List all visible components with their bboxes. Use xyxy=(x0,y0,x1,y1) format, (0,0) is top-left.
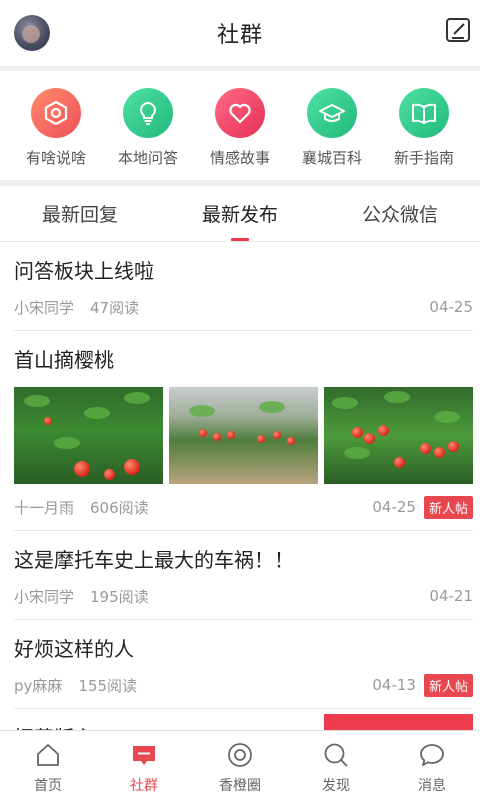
category-label: 襄城百科 xyxy=(301,149,362,167)
home-icon xyxy=(37,744,59,766)
post-date: 04-21 xyxy=(429,587,473,605)
nav-item-messages[interactable]: 消息 xyxy=(384,731,480,800)
feed-tabs: 最新回复 最新发布 公众微信 xyxy=(0,186,480,242)
post-meta: 小宋同学 195阅读 04-21 xyxy=(14,573,473,619)
post-title: 问答板块上线啦 xyxy=(14,259,154,283)
post-date: 04-25 xyxy=(372,498,416,516)
app-screen: 社群 有啥说啥 本地问答 情感故事 襄城百科 新手指南 最新回复 最新发布 公众… xyxy=(0,0,480,800)
nav-label: 首页 xyxy=(34,778,62,794)
post-author: py麻麻 xyxy=(14,676,63,695)
chat-bubble-icon xyxy=(133,746,155,765)
search-icon xyxy=(324,743,348,767)
new-user-badge: 新人帖 xyxy=(423,673,473,697)
book-icon xyxy=(399,88,449,138)
list-item[interactable]: 好烦这样的人 py麻麻 155阅读 04-13 新人帖 xyxy=(14,620,473,709)
nav-item-circle[interactable]: 香橙圈 xyxy=(192,731,288,800)
category-item-chat[interactable]: 有啥说啥 xyxy=(10,72,102,180)
divider xyxy=(0,66,480,71)
post-meta: py麻麻 155阅读 04-13 新人帖 xyxy=(14,662,473,708)
post-author: 小宋同学 xyxy=(14,587,75,606)
category-item-guide[interactable]: 新手指南 xyxy=(378,72,470,180)
post-reads: 606阅读 xyxy=(90,498,149,517)
category-label: 新手指南 xyxy=(393,149,454,167)
post-title: 这是摩托车史上最大的车祸！！ xyxy=(14,548,294,572)
post-list: 问答板块上线啦 小宋同学 47阅读 04-25 首山摘樱桃 十一月雨 606阅读… xyxy=(0,242,480,730)
message-icon xyxy=(420,744,444,766)
post-title: 好烦这样的人 xyxy=(14,637,134,661)
nav-label: 香橙圈 xyxy=(219,778,261,794)
nav-label: 消息 xyxy=(418,778,446,794)
tab-wechat[interactable]: 公众微信 xyxy=(320,186,480,241)
post-image[interactable] xyxy=(14,387,163,484)
category-grid: 有啥说啥 本地问答 情感故事 襄城百科 新手指南 xyxy=(0,72,480,180)
post-title: 首山摘樱桃 xyxy=(14,348,114,372)
post-reads: 47阅读 xyxy=(90,298,140,317)
avatar[interactable] xyxy=(14,15,50,51)
graduation-cap-icon xyxy=(307,88,357,138)
post-author: 小宋同学 xyxy=(14,298,75,317)
compose-icon[interactable] xyxy=(444,16,472,44)
nav-item-home[interactable]: 首页 xyxy=(0,731,96,800)
category-label: 有啥说啥 xyxy=(25,149,86,167)
tab-latest-reply[interactable]: 最新回复 xyxy=(0,186,160,241)
list-item[interactable]: 这是摩托车史上最大的车祸！！ 小宋同学 195阅读 04-21 xyxy=(14,531,473,620)
category-label: 情感故事 xyxy=(209,149,270,167)
category-item-wiki[interactable]: 襄城百科 xyxy=(286,72,378,180)
top-bar: 社群 xyxy=(0,0,480,66)
page-title: 社群 xyxy=(216,23,263,48)
post-images xyxy=(14,387,473,484)
nav-label: 发现 xyxy=(322,778,350,794)
list-item[interactable]: 问答板块上线啦 小宋同学 47阅读 04-25 xyxy=(14,242,473,331)
post-meta: 小宋同学 47阅读 04-25 xyxy=(14,284,473,330)
category-item-stories[interactable]: 情感故事 xyxy=(194,72,286,180)
new-user-badge: 新人帖 xyxy=(423,495,473,519)
category-label: 本地问答 xyxy=(117,149,178,167)
post-image-thumbnail[interactable] xyxy=(324,714,473,730)
post-date: 04-25 xyxy=(429,298,473,316)
nav-item-community[interactable]: 社群 xyxy=(96,731,192,800)
bottom-nav: 首页 社群 香橙圈 发现 消息 xyxy=(0,730,480,800)
post-date: 04-13 xyxy=(372,676,416,694)
circle-target-icon xyxy=(228,743,252,767)
lightbulb-icon xyxy=(123,88,173,138)
nav-item-discover[interactable]: 发现 xyxy=(288,731,384,800)
heart-icon xyxy=(215,88,265,138)
category-item-qa[interactable]: 本地问答 xyxy=(102,72,194,180)
post-image[interactable] xyxy=(324,387,473,484)
post-reads: 195阅读 xyxy=(90,587,149,606)
camera-hex-icon xyxy=(31,88,81,138)
post-reads: 155阅读 xyxy=(78,676,138,695)
list-item[interactable]: 首山摘樱桃 十一月雨 606阅读 04-25 新人帖 xyxy=(14,331,473,531)
nav-label: 社群 xyxy=(130,778,158,794)
post-image[interactable] xyxy=(169,387,318,484)
post-meta: 十一月雨 606阅读 04-25 新人帖 xyxy=(14,484,473,530)
post-author: 十一月雨 xyxy=(14,498,75,517)
tab-latest-post[interactable]: 最新发布 xyxy=(160,186,320,241)
